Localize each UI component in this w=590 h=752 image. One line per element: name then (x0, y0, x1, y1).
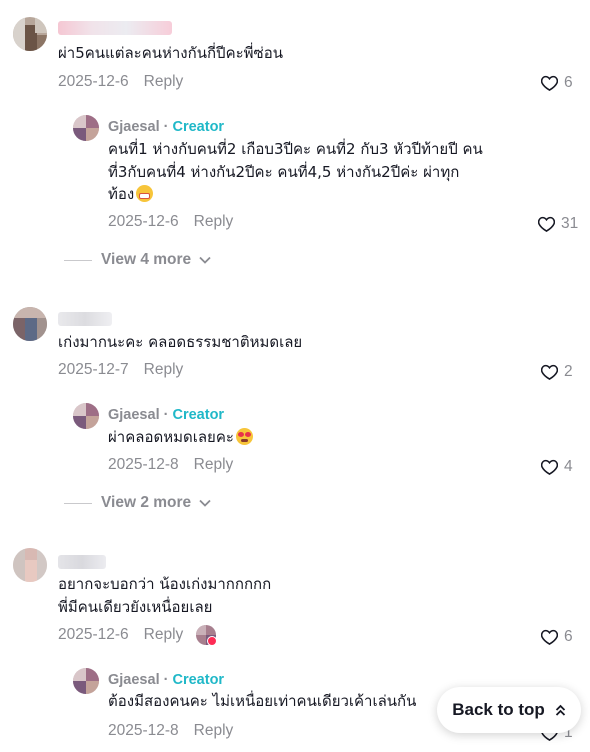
reply-button[interactable]: Reply (194, 456, 234, 474)
creator-avatar[interactable] (73, 115, 99, 141)
username-blurred[interactable] (58, 312, 112, 326)
heart-badge-icon (207, 636, 217, 646)
like-count: 6 (564, 74, 573, 91)
reply-button[interactable]: Reply (194, 213, 234, 231)
reply-author-line: Gjaesal · Creator (108, 119, 224, 135)
comment-meta: 2025-12-7 Reply (58, 361, 183, 379)
creator-badge: Creator (172, 119, 225, 135)
reply-author[interactable]: Gjaesal (108, 672, 160, 688)
reply-text-line: ผ่าคลอดหมดเลยคะ (108, 426, 253, 448)
emoji-icon (235, 428, 253, 445)
comment-meta: 2025-12-6 Reply (58, 73, 183, 91)
like-count: 4 (564, 458, 573, 475)
double-chevron-up-icon (555, 704, 565, 716)
emoji-icon (136, 185, 154, 202)
reply-text-line: คนที่1 ห่างกับคนที่2 เกือบ3ปีคะ คนที่2 ก… (108, 140, 483, 158)
reply-date: 2025-12-6 (108, 213, 179, 230)
heart-icon (541, 364, 558, 380)
reply-date: 2025-12-8 (108, 722, 179, 739)
avatar[interactable] (13, 17, 47, 51)
comment-text-line: พี่มีคนเดียวยังเหนื่อยเลย (58, 598, 213, 616)
back-to-top-button[interactable]: Back to top (437, 687, 581, 733)
view-more-replies-button[interactable]: View 4 more (64, 251, 211, 269)
like-button[interactable]: 6 (541, 74, 573, 92)
reply-text-line: ที่3กับคนที่4 ห่างกัน2ปีคะ คนที่4,5 ห่าง… (108, 163, 460, 181)
reply-meta: 2025-12-8 Reply (108, 456, 233, 474)
heart-icon (541, 75, 558, 91)
heart-icon (538, 216, 555, 232)
view-more-label: View 2 more (101, 494, 192, 511)
comment-date: 2025-12-6 (58, 73, 129, 90)
reply-meta: 2025-12-6 Reply (108, 213, 233, 231)
reply-date: 2025-12-8 (108, 456, 179, 473)
like-button[interactable]: 6 (541, 628, 573, 646)
reply-button[interactable]: Reply (144, 361, 184, 379)
reply-author[interactable]: Gjaesal (108, 407, 160, 423)
creator-avatar[interactable] (73, 403, 99, 429)
comment-text: เก่งมากนะคะ คลอดธรรมชาติหมดเลย (58, 333, 303, 351)
like-count: 31 (561, 215, 579, 232)
back-to-top-label: Back to top (452, 700, 545, 719)
chevron-down-icon (199, 256, 211, 264)
like-button[interactable]: 4 (541, 458, 573, 476)
reply-author-line: Gjaesal · Creator (108, 407, 224, 423)
separator: · (163, 672, 169, 688)
creator-avatar[interactable] (73, 668, 99, 694)
heart-icon (541, 629, 558, 645)
reply-button[interactable]: Reply (194, 722, 234, 740)
comment-text: ผ่า5คนแต่ละคนห่างกันกี่ปีคะพี่ซ่อน (58, 44, 283, 62)
reply-button[interactable]: Reply (144, 626, 184, 644)
separator: · (163, 119, 169, 135)
chevron-down-icon (199, 499, 211, 507)
reply-author[interactable]: Gjaesal (108, 119, 160, 135)
like-button[interactable]: 2 (541, 363, 573, 381)
view-more-label: View 4 more (101, 251, 192, 268)
view-more-replies-button[interactable]: View 2 more (64, 494, 211, 512)
reply-button[interactable]: Reply (144, 73, 184, 91)
heart-icon (541, 459, 558, 475)
divider-line (64, 502, 92, 504)
avatar[interactable] (13, 307, 47, 341)
reply-text-fragment: ท้อง (108, 185, 135, 203)
username-blurred[interactable] (58, 21, 172, 35)
comment-date: 2025-12-6 (58, 626, 129, 643)
creator-liked-avatar (196, 625, 217, 646)
like-count: 2 (564, 363, 573, 380)
divider-line (64, 259, 92, 261)
like-count: 6 (564, 628, 573, 645)
username-blurred[interactable] (58, 555, 106, 569)
reply-meta: 2025-12-8 Reply (108, 722, 233, 740)
comment-text-line: อยากจะบอกว่า น้องเก่งมากกกกก (58, 575, 272, 593)
comment-meta: 2025-12-6 Reply (58, 626, 183, 644)
creator-badge: Creator (172, 407, 225, 423)
creator-badge: Creator (172, 672, 225, 688)
reply-author-line: Gjaesal · Creator (108, 672, 224, 688)
reply-text-line: ท้อง (108, 183, 154, 205)
comment-date: 2025-12-7 (58, 361, 129, 378)
avatar[interactable] (13, 548, 47, 582)
separator: · (163, 407, 169, 423)
reply-text-line: ต้องมีสองคนคะ ไม่เหนื่อยเท่าคนเดียวเค้าเ… (108, 692, 417, 710)
reply-text-fragment: ผ่าคลอดหมดเลยคะ (108, 428, 234, 446)
like-button[interactable]: 31 (538, 215, 578, 233)
